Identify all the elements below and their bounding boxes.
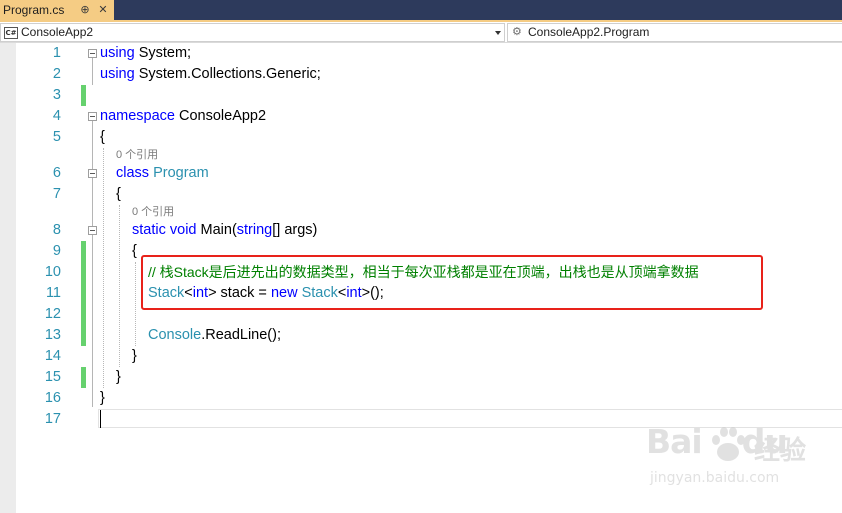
collapse-toggle[interactable]	[88, 169, 97, 178]
outline-line	[92, 121, 93, 407]
line-number: 14	[44, 348, 61, 364]
csharp-project-icon: C#	[4, 27, 18, 39]
code-lens-references[interactable]: 0 个引用	[116, 148, 158, 162]
code-line-5: {	[100, 129, 105, 145]
line-number: 2	[52, 66, 61, 82]
baidu-jingyan-watermark: Bai du 经验 jingyan.baidu.com	[646, 422, 826, 502]
code-line-8: static void Main(string[] args)	[132, 222, 318, 238]
code-line-14: }	[132, 348, 137, 364]
line-number: 6	[52, 165, 61, 181]
line-number: 11	[45, 285, 61, 301]
line-number: 17	[44, 411, 61, 427]
change-marker	[81, 241, 86, 262]
watermark-cn-text: 经验	[754, 436, 807, 466]
line-number: 15	[44, 369, 61, 385]
code-line-1: using System;	[100, 45, 192, 61]
close-icon[interactable]: ✕	[96, 0, 110, 20]
editor-left-margin	[0, 43, 16, 513]
line-number: 10	[44, 264, 61, 280]
line-number: 7	[52, 186, 61, 202]
code-line-15: }	[116, 369, 121, 385]
collapse-toggle[interactable]	[88, 49, 97, 58]
code-line-4: namespace ConsoleApp2	[100, 108, 267, 124]
navigation-bar: C# ConsoleApp2 ⚙ ConsoleApp2.Program	[0, 22, 842, 43]
change-marker	[81, 85, 86, 106]
text-caret	[100, 410, 101, 428]
chevron-down-icon[interactable]	[495, 31, 501, 35]
document-tab-strip: Program.cs ⊕ ✕	[0, 0, 842, 22]
collapse-toggle[interactable]	[88, 226, 97, 235]
code-line-7: {	[116, 186, 121, 202]
code-line-2: using System.Collections.Generic;	[100, 66, 321, 82]
tab-title: Program.cs	[3, 3, 65, 17]
project-dropdown[interactable]: C# ConsoleApp2	[0, 23, 505, 42]
project-name: ConsoleApp2	[21, 25, 94, 39]
line-number: 8	[52, 222, 61, 238]
line-number: 5	[52, 129, 61, 145]
code-line-9: {	[132, 243, 137, 259]
collapse-toggle[interactable]	[88, 112, 97, 121]
code-line-6: class Program	[116, 165, 209, 181]
line-number: 9	[52, 243, 61, 259]
change-marker	[81, 283, 86, 304]
change-marker	[81, 325, 86, 346]
code-line-13: Console.ReadLine();	[148, 327, 281, 343]
line-number: 3	[52, 87, 61, 103]
code-lens-references[interactable]: 0 个引用	[132, 205, 174, 219]
outline-line	[92, 58, 93, 85]
indent-guide	[119, 205, 120, 367]
code-line-16: }	[100, 390, 105, 406]
tab-program-cs[interactable]: Program.cs ⊕ ✕	[0, 0, 114, 20]
change-marker	[81, 262, 86, 283]
member-name: ConsoleApp2.Program	[528, 25, 650, 39]
line-number: 16	[44, 390, 61, 406]
line-number: 13	[44, 327, 61, 343]
member-dropdown[interactable]: ⚙ ConsoleApp2.Program	[507, 23, 842, 42]
indent-guide	[135, 262, 136, 346]
class-icon: ⚙	[512, 26, 522, 38]
line-number: 4	[52, 108, 61, 124]
change-marker	[81, 304, 86, 325]
pin-icon[interactable]: ⊕	[79, 0, 91, 20]
indent-guide	[103, 148, 104, 388]
line-number: 1	[52, 45, 61, 61]
paw-icon	[712, 427, 745, 461]
change-marker	[81, 367, 86, 388]
watermark-url: jingyan.baidu.com	[650, 470, 780, 486]
line-number: 12	[44, 306, 61, 322]
annotation-highlight-box	[141, 255, 763, 310]
